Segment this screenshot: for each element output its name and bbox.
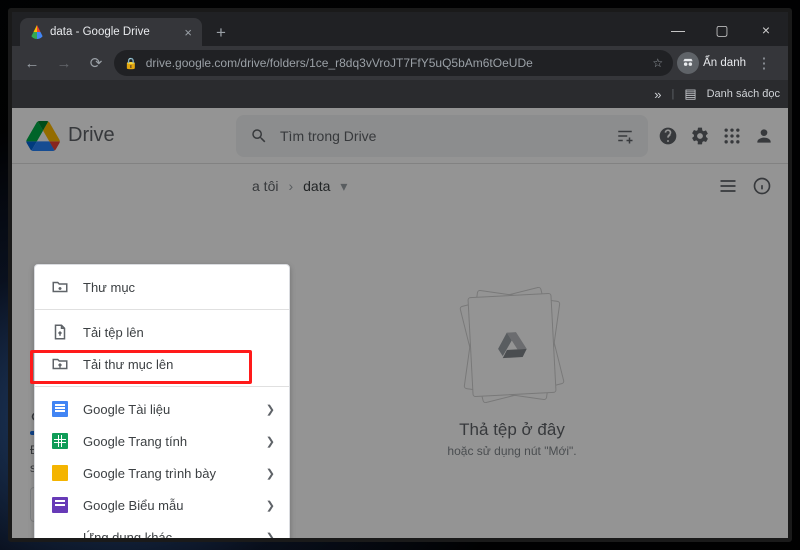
menu-item-docs[interactable]: Google Tài liệu ❯ [35, 393, 289, 425]
drive-favicon-icon [30, 25, 44, 39]
drop-subtitle: hoặc sử dụng nút "Mới". [447, 444, 576, 458]
incognito-label: Ẩn danh [703, 57, 746, 69]
lock-icon: 🔒 [124, 57, 138, 70]
close-window-button[interactable]: × [744, 14, 788, 46]
drop-title: Thả tệp ở đây [459, 420, 565, 440]
chevron-right-icon: ❯ [266, 531, 275, 539]
search-icon [250, 127, 268, 145]
reading-list-icon: ▤ [684, 86, 696, 102]
menu-item-upload-folder[interactable]: Tải thư mục lên [35, 348, 289, 380]
url-input[interactable]: 🔒 drive.google.com/drive/folders/1ce_r8d… [114, 50, 673, 76]
google-sheets-icon [51, 432, 69, 450]
minimize-button[interactable]: — [656, 14, 700, 46]
search-box[interactable]: Tìm trong Drive [236, 115, 648, 157]
star-icon[interactable]: ☆ [652, 56, 663, 70]
close-tab-icon[interactable]: × [184, 25, 192, 40]
chevron-right-icon: ❯ [266, 499, 275, 512]
drive-logo[interactable]: Drive [26, 121, 226, 151]
drive-logo-icon [26, 121, 60, 151]
apps-grid-icon[interactable] [722, 126, 742, 146]
tab-title: data - Google Drive [50, 26, 150, 38]
menu-item-more[interactable]: Ứng dụng khác ❯ [35, 521, 289, 538]
chevron-right-icon: › [288, 178, 293, 194]
menu-item-sheets[interactable]: Google Trang tính ❯ [35, 425, 289, 457]
list-view-icon[interactable] [718, 176, 738, 196]
breadcrumb-root[interactable]: a tôi [252, 178, 278, 194]
menu-item-label: Google Trang trình bày [83, 466, 216, 481]
menu-item-label: Thư mục [83, 280, 135, 295]
drive-toolbar: a tôi › data ▾ [236, 164, 788, 208]
drive-logo-icon [496, 331, 527, 359]
menu-item-folder[interactable]: Thư mục [35, 271, 289, 303]
menu-item-label: Tải tệp lên [83, 325, 144, 340]
menu-item-label: Google Biểu mẫu [83, 498, 183, 513]
browser-menu-button[interactable]: ⋮ [750, 49, 778, 77]
help-icon[interactable] [658, 126, 678, 146]
breadcrumb-current[interactable]: data [303, 178, 330, 194]
chevron-right-icon: ❯ [266, 467, 275, 480]
maximize-button[interactable]: ▢ [700, 14, 744, 46]
menu-item-label: Google Tài liệu [83, 402, 170, 417]
empty-state-illustration [457, 288, 567, 408]
drive-app: Drive Tìm trong Drive Bộ nhớ [12, 108, 788, 538]
info-icon[interactable] [752, 176, 772, 196]
menu-item-upload-file[interactable]: Tải tệp lên [35, 316, 289, 348]
breadcrumb[interactable]: a tôi › data ▾ [252, 178, 347, 195]
new-context-menu: Thư mục Tải tệp lên Tải thư mục lên Goog… [34, 264, 290, 538]
overflow-icon[interactable]: » [654, 87, 661, 102]
browser-window: data - Google Drive × + — ▢ × ← → ⟳ 🔒 dr… [12, 12, 788, 538]
google-slides-icon [51, 464, 69, 482]
upload-file-icon [51, 323, 69, 341]
google-forms-icon [51, 496, 69, 514]
blank-icon [51, 528, 69, 538]
dropdown-icon[interactable]: ▾ [340, 178, 347, 195]
menu-item-slides[interactable]: Google Trang trình bày ❯ [35, 457, 289, 489]
settings-icon[interactable] [690, 126, 710, 146]
browser-tab[interactable]: data - Google Drive × [20, 18, 202, 46]
reading-list-button[interactable]: Danh sách đọc [707, 88, 780, 100]
drive-header: Drive Tìm trong Drive [12, 108, 788, 164]
bookmarks-bar: » | ▤ Danh sách đọc [12, 80, 788, 108]
google-docs-icon [51, 400, 69, 418]
drop-zone[interactable]: Thả tệp ở đây hoặc sử dụng nút "Mới". [236, 208, 788, 538]
new-tab-button[interactable]: + [208, 20, 234, 46]
forward-button[interactable]: → [50, 49, 78, 77]
reload-button[interactable]: ⟳ [82, 49, 110, 77]
address-bar: ← → ⟳ 🔒 drive.google.com/drive/folders/1… [12, 46, 788, 80]
menu-item-forms[interactable]: Google Biểu mẫu ❯ [35, 489, 289, 521]
menu-item-label: Ứng dụng khác [83, 530, 172, 539]
url-text: drive.google.com/drive/folders/1ce_r8dq3… [146, 56, 533, 70]
upload-folder-icon [51, 355, 69, 373]
chevron-right-icon: ❯ [266, 403, 275, 416]
new-folder-icon [51, 278, 69, 296]
chevron-right-icon: ❯ [266, 435, 275, 448]
account-icon[interactable] [754, 126, 774, 146]
tune-icon[interactable] [616, 127, 634, 145]
tab-bar: data - Google Drive × + — ▢ × [12, 12, 788, 46]
incognito-avatar-icon[interactable] [677, 52, 699, 74]
drive-main: a tôi › data ▾ [236, 164, 788, 538]
drive-app-name: Drive [68, 124, 115, 147]
search-placeholder: Tìm trong Drive [280, 128, 376, 144]
menu-item-label: Google Trang tính [83, 434, 187, 449]
menu-item-label: Tải thư mục lên [83, 357, 173, 372]
back-button[interactable]: ← [18, 49, 46, 77]
window-controls: — ▢ × [656, 14, 788, 46]
